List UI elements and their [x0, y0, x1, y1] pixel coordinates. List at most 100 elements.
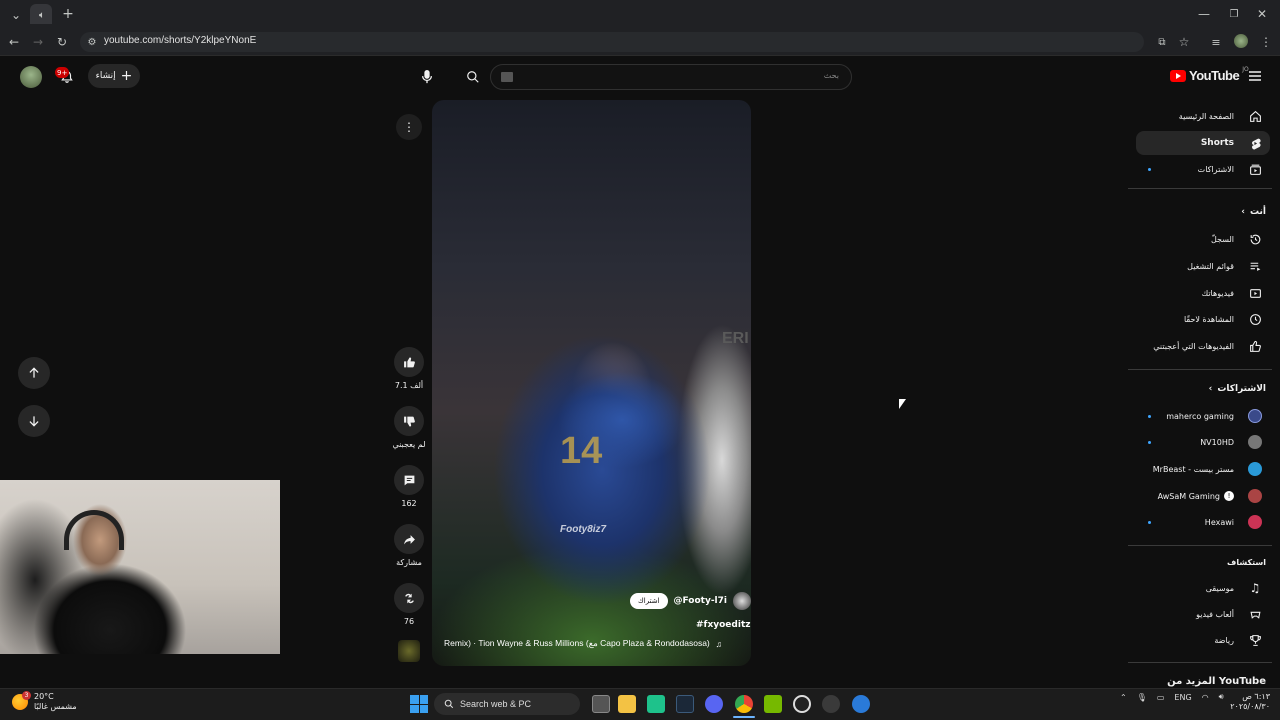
chevron-left-icon: ‹ [1241, 207, 1245, 217]
channel-avatar[interactable] [733, 592, 751, 610]
create-button[interactable]: إنشاء + [88, 64, 140, 88]
chrome-icon[interactable] [735, 695, 753, 713]
sidebar-item-gaming[interactable]: ألعاب فيديو [1136, 602, 1270, 626]
sidebar-sub-hexawi[interactable]: Hexawi [1136, 510, 1270, 534]
sidebar-subscriptions-heading[interactable]: ‹ الاشتراكات [1209, 384, 1266, 394]
discord-icon[interactable] [705, 695, 723, 713]
site-info-icon[interactable]: ⚙ [80, 31, 104, 53]
sidebar-you-heading[interactable]: ‹ أنت [1241, 207, 1266, 217]
sidebar-sub-maherco-gaming[interactable]: maherco gaming [1136, 404, 1270, 428]
sidebar-sub-awsam-gaming[interactable]: AwSaM Gaming ! [1136, 484, 1270, 508]
webcam-overlay [0, 480, 280, 654]
nvidia-icon[interactable] [764, 695, 782, 713]
search-icon[interactable] [452, 64, 494, 90]
search-icon [444, 699, 454, 709]
system-tray: ⌃ 🎙︎ ▭ ENG ◠ 🔊︎ [1120, 692, 1224, 702]
hamburger-menu-icon[interactable] [1248, 68, 1264, 84]
search-input[interactable]: بحث [490, 64, 852, 90]
bookmark-star-icon[interactable]: ☆ [1172, 31, 1196, 53]
microphone-icon[interactable]: 🎙︎ [1137, 693, 1147, 702]
dislike-action[interactable]: لم يعجبني [392, 406, 426, 449]
sidebar-sub-nv10hd[interactable]: NV10HD [1136, 430, 1270, 454]
watch-later-icon [1248, 312, 1262, 326]
language-indicator[interactable]: ENG [1174, 693, 1191, 702]
video-hashtag[interactable]: #fxyoeditz [696, 620, 750, 630]
channel-name: AwSaM Gaming [1157, 491, 1220, 501]
more-options-icon[interactable]: ⋮ [396, 114, 422, 140]
sidebar-item-playlists[interactable]: قوائم التشغيل [1136, 254, 1270, 278]
sidebar-sub-mrbeast[interactable]: MrBeast - مستر بيست [1136, 457, 1270, 481]
share-action[interactable]: مشاركة [392, 524, 426, 567]
close-icon[interactable]: ✕ [1250, 3, 1274, 25]
app-icon[interactable] [852, 695, 870, 713]
sidebar-item-label: رياضة [1214, 635, 1234, 645]
channel-name[interactable]: @Footy-l7i [674, 596, 728, 606]
sidebar-item-music[interactable]: موسيقى ♫ [1136, 576, 1270, 600]
monitor-icon[interactable]: ▭ [1157, 693, 1165, 702]
share-button[interactable] [394, 524, 424, 554]
comments-button[interactable] [394, 465, 424, 495]
file-explorer-icon[interactable] [618, 695, 636, 713]
xbox-icon[interactable] [822, 695, 840, 713]
browser-menu-icon[interactable]: ⋮ [1254, 31, 1278, 53]
profile-avatar-icon[interactable] [1234, 34, 1248, 48]
shorts-video-player[interactable] [432, 100, 751, 666]
start-button-icon[interactable] [410, 695, 428, 713]
keyboard-icon[interactable] [501, 72, 513, 82]
sidebar-item-shorts[interactable]: Shorts [1136, 131, 1270, 155]
share-icon [403, 534, 415, 544]
volume-icon[interactable]: 🔊︎ [1219, 692, 1224, 702]
remix-count: 76 [403, 617, 415, 626]
wifi-icon[interactable]: ◠ [1202, 693, 1209, 702]
back-icon[interactable]: ← [2, 31, 26, 53]
sidebar-item-label: موسيقى [1205, 583, 1234, 593]
taskbar-clock[interactable]: ٦:١٣ ص ٢٠٢٥/٠٨/٣٠ [1226, 692, 1270, 712]
subscribe-button[interactable]: اشتراك [630, 593, 668, 609]
weather-badge: 3 [22, 691, 31, 700]
tab-search-icon[interactable]: ⌄ [4, 4, 28, 26]
remix-button[interactable] [394, 583, 424, 613]
sidebar-item-watch-later[interactable]: المشاهدة لاحقًا [1136, 307, 1270, 331]
new-content-dot [1148, 168, 1151, 171]
like-action[interactable]: 7.1 ألف [392, 347, 426, 390]
obs-icon[interactable] [793, 695, 811, 713]
app-icon[interactable] [647, 695, 665, 713]
install-app-icon[interactable]: ⧉ [1150, 31, 1174, 53]
new-content-dot [1148, 521, 1151, 524]
restore-icon[interactable]: ❐ [1222, 3, 1246, 25]
next-short-button[interactable] [18, 405, 50, 437]
task-view-icon[interactable] [592, 695, 610, 713]
sidebar-item-subscriptions[interactable]: الاشتراكات [1136, 157, 1270, 181]
media-controls-icon[interactable]: ≡ [1204, 31, 1228, 53]
voice-search-icon[interactable] [414, 64, 440, 90]
thumbs-down-icon [403, 416, 415, 427]
remix-action[interactable]: 76 [392, 583, 426, 626]
sidebar-item-history[interactable]: السجلّ [1136, 227, 1270, 251]
like-count: 7.1 ألف [394, 381, 424, 390]
sidebar-item-home[interactable]: الصفحة الرئيسية [1136, 104, 1270, 128]
youtube-logo[interactable]: YouTube JO [1170, 66, 1249, 83]
url-text[interactable]: youtube.com/shorts/Y2klpeYNonE [104, 35, 256, 46]
sound-thumbnail[interactable] [398, 640, 420, 662]
dislike-button[interactable] [394, 406, 424, 436]
clock-date: ٢٠٢٥/٠٨/٣٠ [1230, 702, 1270, 711]
previous-short-button[interactable] [18, 357, 50, 389]
steam-icon[interactable] [676, 695, 694, 713]
remix-icon [404, 593, 414, 603]
sidebar-item-your-videos[interactable]: فيديوهاتك [1136, 281, 1270, 305]
sidebar-item-sports[interactable]: رياضة [1136, 628, 1270, 652]
reload-icon[interactable]: ↻ [50, 31, 74, 53]
channel-avatar [1248, 435, 1262, 449]
sidebar-item-label: المشاهدة لاحقًا [1183, 314, 1234, 324]
new-tab-icon[interactable]: + [56, 3, 80, 25]
like-button[interactable] [394, 347, 424, 377]
account-avatar[interactable] [20, 66, 42, 88]
sidebar-item-liked-videos[interactable]: الفيديوهات التي أعجبتني [1136, 334, 1270, 358]
comments-action[interactable]: 162 [392, 465, 426, 508]
chevron-up-icon[interactable]: ⌃ [1120, 693, 1127, 702]
minimize-icon[interactable]: — [1192, 3, 1216, 25]
browser-tab-strip [0, 0, 1280, 28]
forward-icon[interactable]: → [26, 31, 50, 53]
music-info[interactable]: Remix) · Tion Wayne & Russ Millions (مع … [444, 638, 722, 649]
taskbar-search-input[interactable]: Search web & PC [434, 693, 580, 715]
